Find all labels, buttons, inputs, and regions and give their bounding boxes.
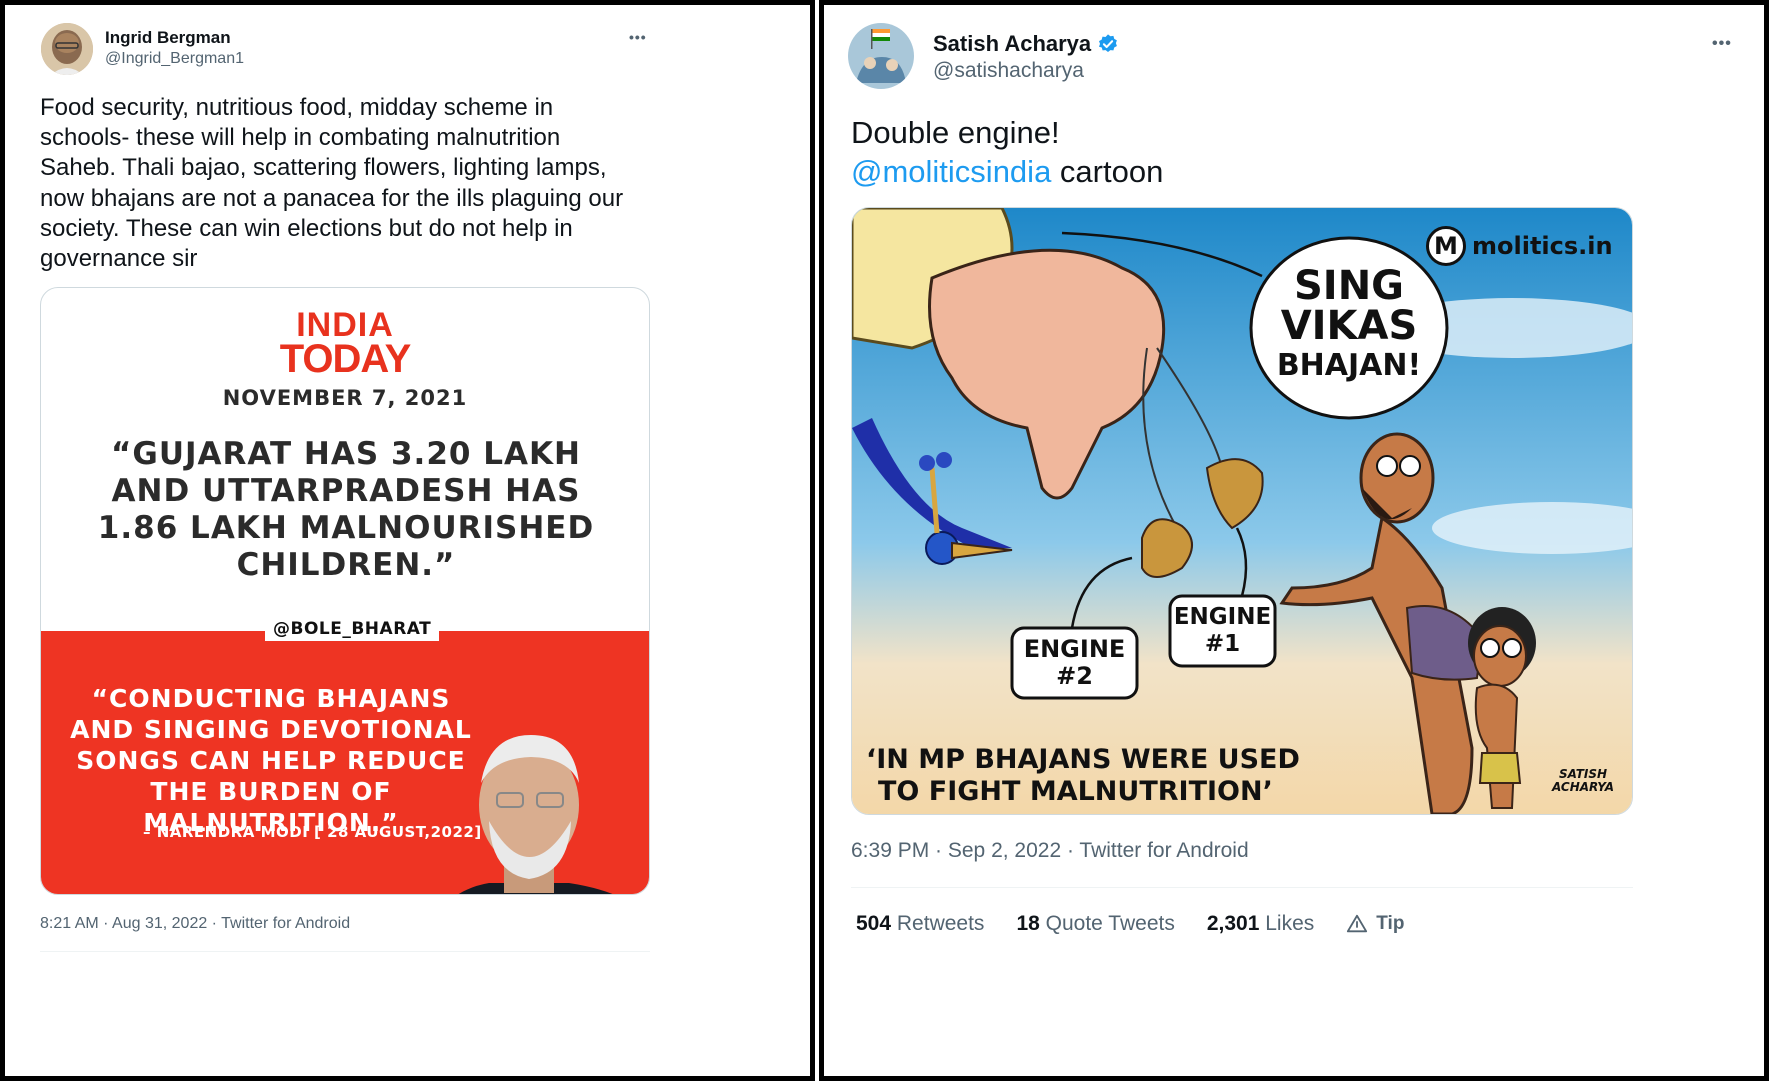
right-tweet-panel: Satish Acharya @satishacharya ••• Double… bbox=[819, 0, 1769, 1081]
avatar[interactable] bbox=[848, 23, 914, 89]
avatar[interactable] bbox=[41, 23, 93, 75]
tweet-image[interactable]: INDIA TODAY NOVEMBER 7, 2021 “GUJARAT HA… bbox=[40, 287, 650, 895]
more-options-icon[interactable]: ••• bbox=[629, 29, 647, 45]
tweet-text-line: schools- these will help in combating ma… bbox=[40, 124, 561, 152]
tweet-text-line: society. These can win elections but do … bbox=[40, 214, 573, 242]
poster-attribution: – NARENDRA MODI [ 28 AUGUST,2022] bbox=[143, 823, 482, 841]
poster-quote-statistic: “GUJARAT HAS 3.20 LAKH AND UTTARPRADESH … bbox=[97, 436, 595, 583]
author-name[interactable]: Satish Acharya bbox=[933, 31, 1119, 57]
molitics-logo: M molitics.in bbox=[1426, 226, 1613, 266]
author-name-text[interactable]: Satish Acharya bbox=[933, 31, 1091, 57]
tweet-text-line: Double engine! bbox=[851, 115, 1060, 150]
poster-red-panel: @BOLE_BHARAT “CONDUCTING BHAJANS AND SIN… bbox=[41, 617, 649, 894]
tweet-text-line: now bhajans are not a panacea for the il… bbox=[40, 184, 624, 212]
tip-button[interactable]: Tip bbox=[1346, 912, 1404, 936]
tweet-text-line: Saheb. Thali bajao, scattering flowers, … bbox=[40, 154, 607, 182]
mention-link[interactable]: @moliticsindia bbox=[851, 154, 1051, 189]
author-handle[interactable]: @satishacharya bbox=[933, 59, 1084, 83]
more-options-icon[interactable]: ••• bbox=[1712, 35, 1732, 53]
cartoon-caption: ‘IN MP BHAJANS WERE USED TO FIGHT MALNUT… bbox=[866, 744, 1300, 807]
author-handle[interactable]: @Ingrid_Bergman1 bbox=[105, 50, 244, 68]
tweet-image[interactable]: M molitics.in SING VIKAS BHAJAN! ENGINE … bbox=[851, 207, 1633, 815]
poster-date: NOVEMBER 7, 2021 bbox=[222, 386, 468, 410]
engine-1-label: ENGINE #1 bbox=[1173, 604, 1272, 657]
molitics-logo-mark: M bbox=[1426, 226, 1466, 266]
tweet-text-line: governance sir bbox=[40, 245, 198, 273]
divider bbox=[40, 951, 650, 952]
tweet-text-line: Food security, nutritious food, midday s… bbox=[40, 94, 554, 121]
tweet-text: Food security, nutritious food, midday s… bbox=[40, 93, 680, 274]
handle-tag: @BOLE_BHARAT bbox=[265, 617, 440, 641]
cartoon-illustration bbox=[852, 208, 1632, 814]
divider bbox=[851, 887, 1633, 888]
tip-icon bbox=[1347, 914, 1368, 933]
artist-signature: SATISH ACHARYA bbox=[1552, 767, 1615, 794]
author-name[interactable]: Ingrid Bergman bbox=[105, 28, 231, 48]
molitics-brand: molitics.in bbox=[1472, 232, 1613, 260]
engagement-stats: 504 Retweets 18 Quote Tweets 2,301 Likes… bbox=[856, 912, 1404, 936]
speech-bubble-text: SING VIKAS BHAJAN! bbox=[1276, 263, 1422, 383]
left-tweet-panel: Ingrid Bergman @Ingrid_Bergman1 ••• Food… bbox=[0, 0, 815, 1081]
tweet-text: Double engine! @moliticsindia cartoon bbox=[851, 113, 1163, 191]
likes-stat[interactable]: 2,301 Likes bbox=[1207, 912, 1314, 936]
retweets-stat[interactable]: 504 Retweets bbox=[856, 912, 984, 936]
tweet-timestamp[interactable]: 8:21 AM · Aug 31, 2022 · Twitter for And… bbox=[40, 915, 350, 933]
india-today-logo: INDIA TODAY bbox=[279, 306, 412, 381]
verified-badge-icon bbox=[1099, 34, 1118, 52]
tweet-timestamp[interactable]: 6:39 PM · Sep 2, 2022 · Twitter for Andr… bbox=[851, 839, 1249, 863]
quote-tweets-stat[interactable]: 18 Quote Tweets bbox=[1016, 912, 1174, 936]
tweet-text-line: @moliticsindia cartoon bbox=[851, 154, 1164, 189]
poster-quote-modi: “CONDUCTING BHAJANS AND SINGING DEVOTION… bbox=[70, 684, 472, 837]
engine-2-label: ENGINE #2 bbox=[1023, 635, 1126, 690]
